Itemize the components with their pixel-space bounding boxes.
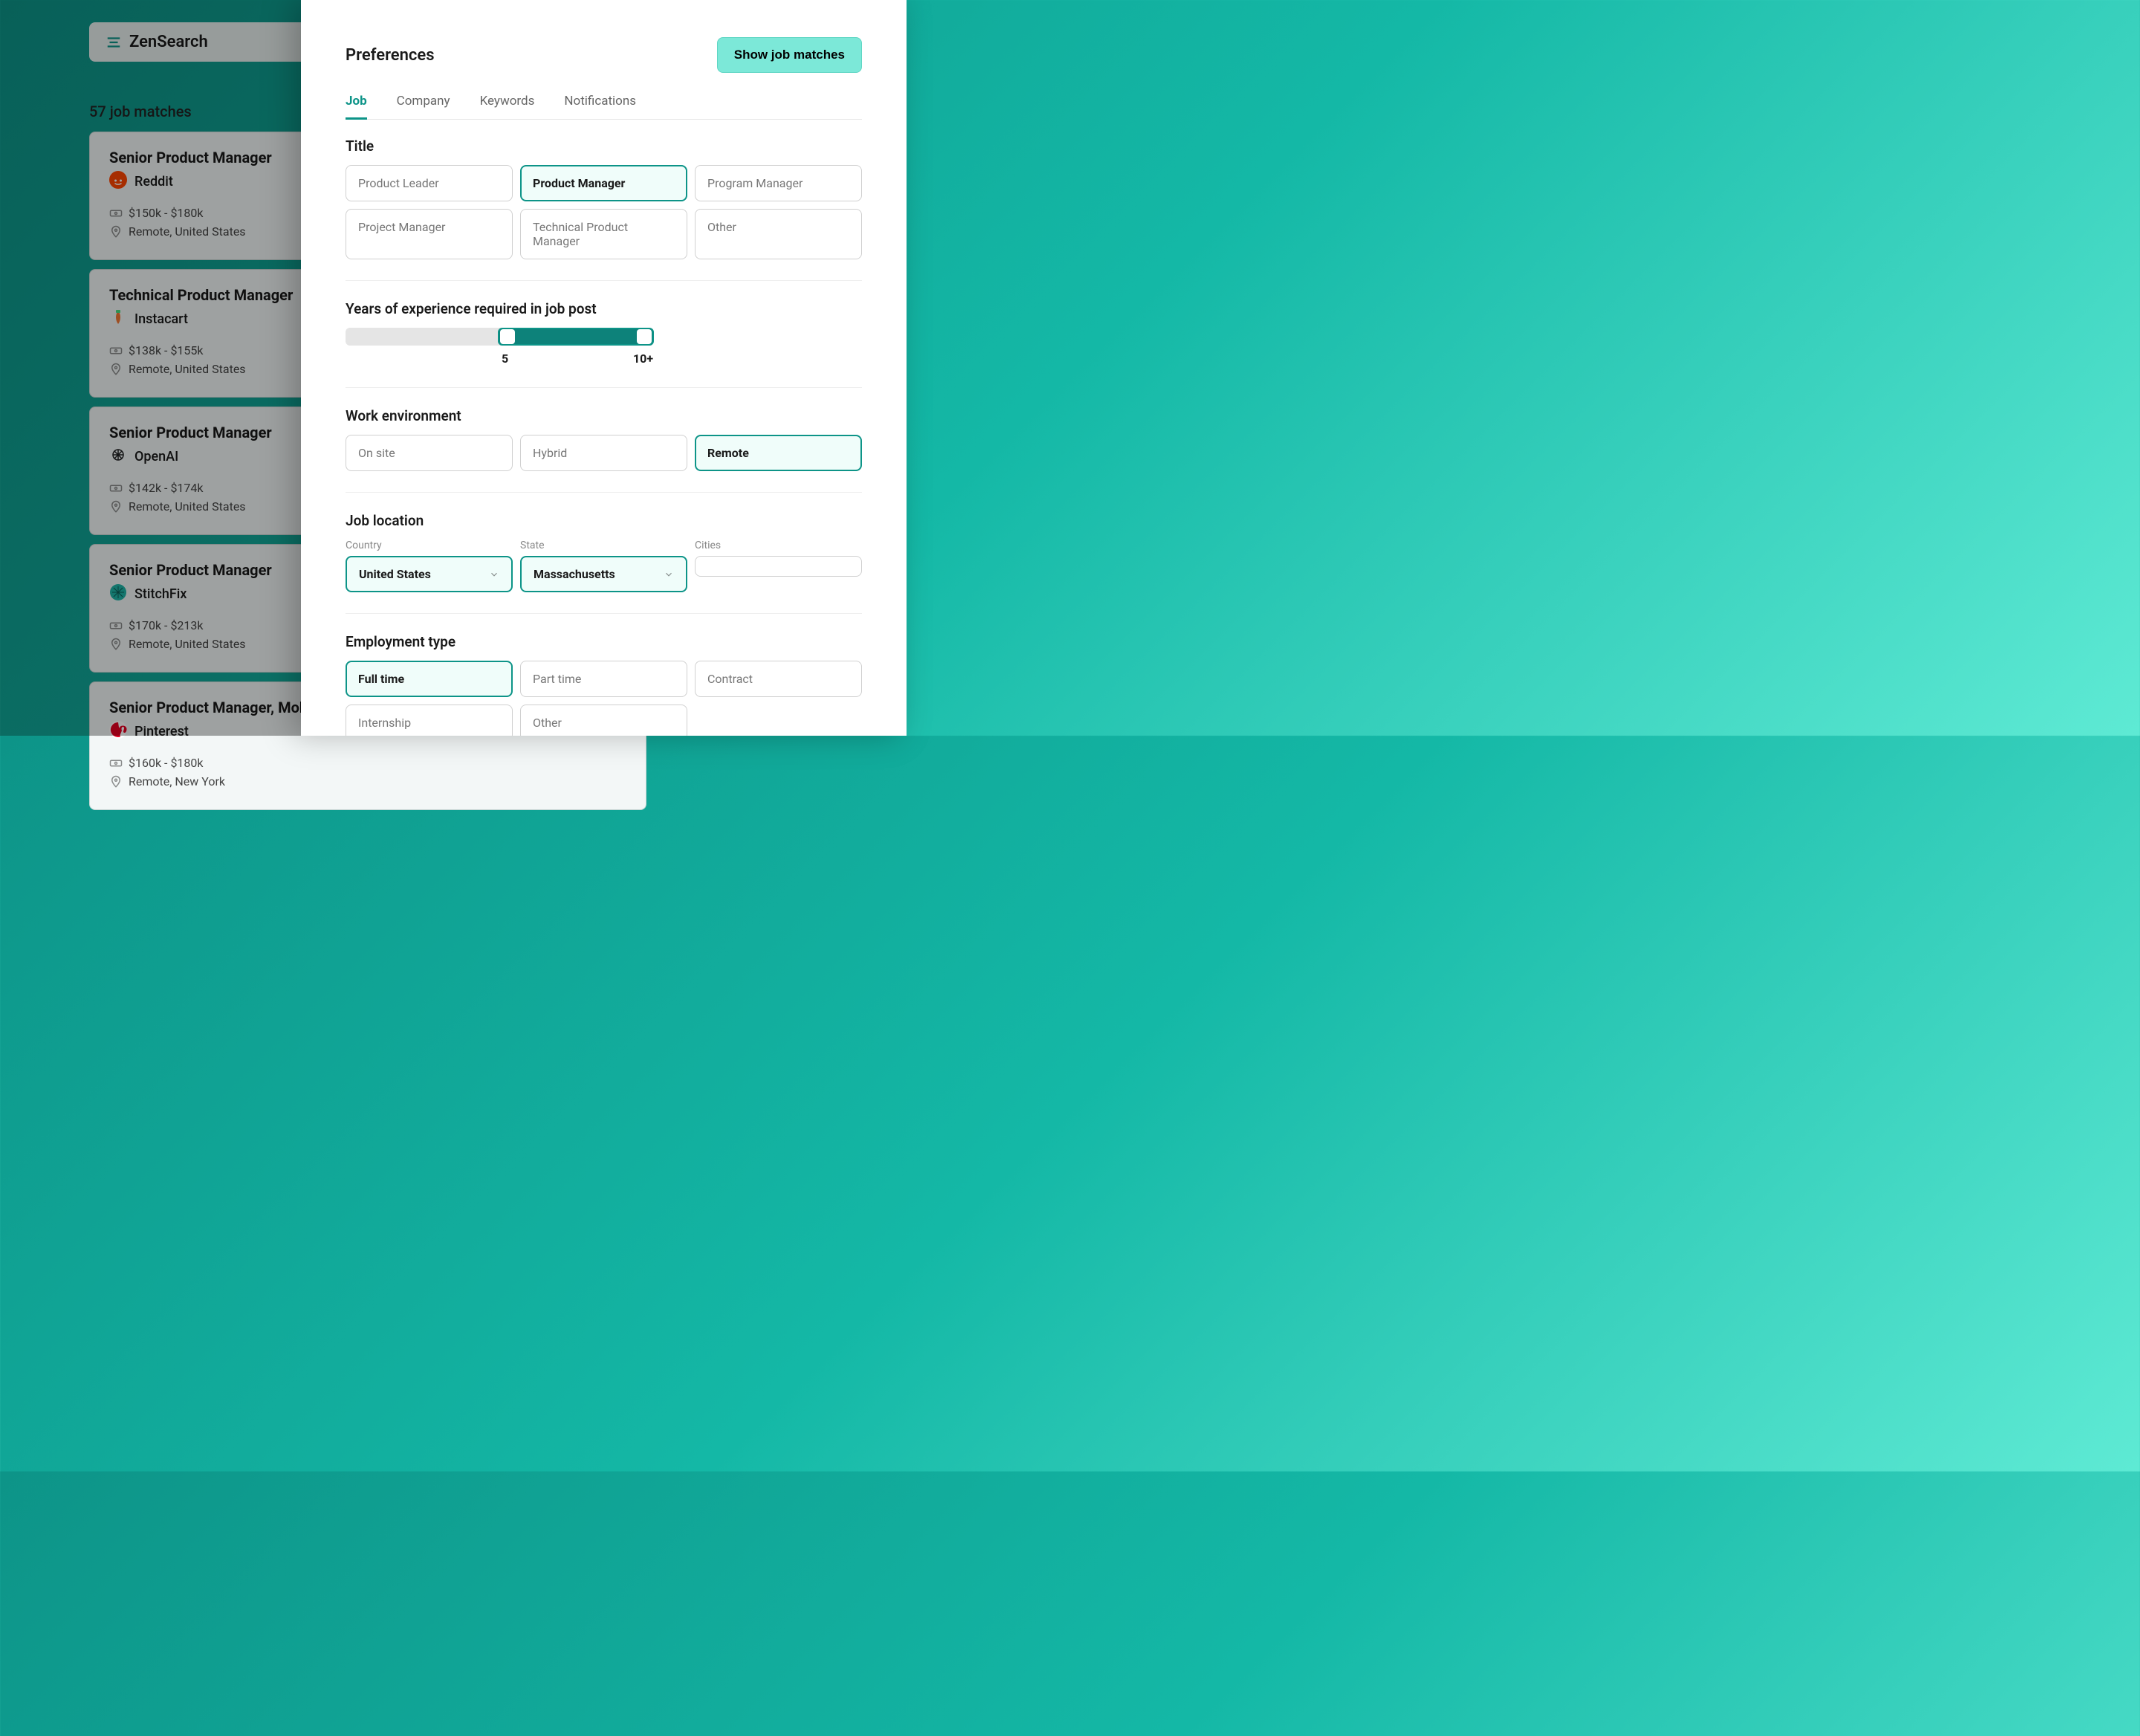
location-icon <box>109 775 123 788</box>
title-option-other[interactable]: Other <box>695 209 862 259</box>
employment-option-other[interactable]: Other <box>520 705 687 736</box>
employment-option-full-time[interactable]: Full time <box>346 661 513 697</box>
workenv-option-on-site[interactable]: On site <box>346 435 513 471</box>
state-select[interactable]: Massachusetts <box>520 556 687 592</box>
slider-handle-min[interactable] <box>500 329 515 344</box>
title-option-product-leader[interactable]: Product Leader <box>346 165 513 201</box>
cities-label: Cities <box>695 540 862 551</box>
employment-option-part-time[interactable]: Part time <box>520 661 687 697</box>
slider-min-label: 5 <box>502 352 508 366</box>
money-icon <box>109 757 123 770</box>
section-label-employment: Employment type <box>346 633 862 650</box>
cities-input[interactable] <box>695 556 862 577</box>
workenv-options: On siteHybridRemote <box>346 435 862 471</box>
preferences-tabs: Job Company Keywords Notifications <box>346 88 862 120</box>
section-label-location: Job location <box>346 512 862 529</box>
tab-notifications[interactable]: Notifications <box>564 88 636 120</box>
preferences-panel: Preferences Show job matches Job Company K… <box>301 0 907 736</box>
slider-max-label: 10+ <box>633 352 653 366</box>
job-location: Remote, New York <box>109 774 626 788</box>
employment-option-contract[interactable]: Contract <box>695 661 862 697</box>
job-salary: $160k - $180k <box>109 756 626 770</box>
tab-job[interactable]: Job <box>346 88 367 120</box>
title-option-technical-product-manager[interactable]: Technical Product Manager <box>520 209 687 259</box>
experience-slider[interactable] <box>346 328 654 346</box>
tab-keywords[interactable]: Keywords <box>480 88 535 120</box>
slider-handle-max[interactable] <box>637 329 652 344</box>
section-label-title: Title <box>346 137 862 155</box>
state-value: Massachusetts <box>534 567 615 581</box>
country-value: United States <box>359 567 431 581</box>
title-option-project-manager[interactable]: Project Manager <box>346 209 513 259</box>
country-select[interactable]: United States <box>346 556 513 592</box>
panel-title: Preferences <box>346 46 435 65</box>
chevron-down-icon <box>489 569 499 580</box>
tab-company[interactable]: Company <box>397 88 450 120</box>
chevron-down-icon <box>664 569 674 580</box>
state-label: State <box>520 540 687 551</box>
section-label-workenv: Work environment <box>346 407 862 424</box>
slider-range <box>498 328 654 346</box>
title-option-product-manager[interactable]: Product Manager <box>520 165 687 201</box>
title-options: Product LeaderProduct ManagerProgram Man… <box>346 165 862 259</box>
employment-option-internship[interactable]: Internship <box>346 705 513 736</box>
section-label-experience: Years of experience required in job post <box>346 300 862 317</box>
workenv-option-hybrid[interactable]: Hybrid <box>520 435 687 471</box>
title-option-program-manager[interactable]: Program Manager <box>695 165 862 201</box>
workenv-option-remote[interactable]: Remote <box>695 435 862 471</box>
employment-options: Full timePart timeContract InternshipOthe… <box>346 661 862 736</box>
country-label: Country <box>346 540 513 551</box>
show-matches-button[interactable]: Show job matches <box>717 37 862 73</box>
